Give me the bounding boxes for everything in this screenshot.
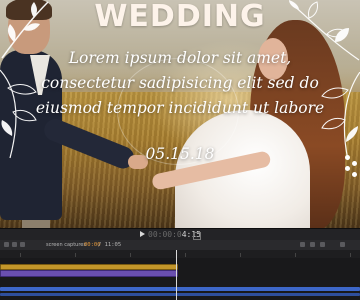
node-dot [352, 172, 357, 177]
forward-button[interactable] [20, 242, 25, 247]
timeline-toolbar: screen captures 00:00 / 11:05 [0, 240, 360, 250]
ruler-tick [75, 253, 76, 257]
ruler-tick [20, 253, 21, 257]
ruler-tick [240, 253, 241, 257]
timeline-ruler[interactable] [0, 250, 360, 258]
playhead[interactable] [176, 250, 177, 300]
wedding-body-text: Lorem ipsum dolor sit amet, consectetur … [35, 49, 325, 117]
ruler-tick [350, 253, 351, 257]
node-dot [345, 166, 350, 171]
index-button[interactable] [4, 242, 9, 247]
ruler-tick [185, 253, 186, 257]
wedding-title: WEDDING [94, 0, 266, 34]
video-preview[interactable]: WEDDING Lorem ipsum dolor sit amet, cons… [0, 0, 360, 228]
audio-skimming-button[interactable] [300, 242, 305, 247]
solo-button[interactable] [310, 242, 315, 247]
generator-clip[interactable] [0, 270, 178, 277]
node-dot [352, 161, 357, 166]
project-name: screen captures [46, 242, 86, 248]
timeline-tracks[interactable] [0, 258, 360, 300]
node-handle-icon[interactable] [343, 152, 360, 182]
total-duration: / 11:05 [98, 242, 122, 248]
wedding-date: 05.15.18 [145, 145, 215, 163]
ruler-tick [295, 253, 296, 257]
back-button[interactable] [12, 242, 17, 247]
play-icon[interactable] [140, 231, 145, 237]
clip-appearance-button[interactable] [340, 242, 345, 247]
video-clip[interactable] [0, 287, 360, 291]
fullscreen-icon[interactable] [193, 232, 201, 240]
node-dot [345, 155, 350, 160]
ruler-tick [130, 253, 131, 257]
snapping-button[interactable] [320, 242, 325, 247]
audio-clip[interactable] [0, 293, 360, 296]
